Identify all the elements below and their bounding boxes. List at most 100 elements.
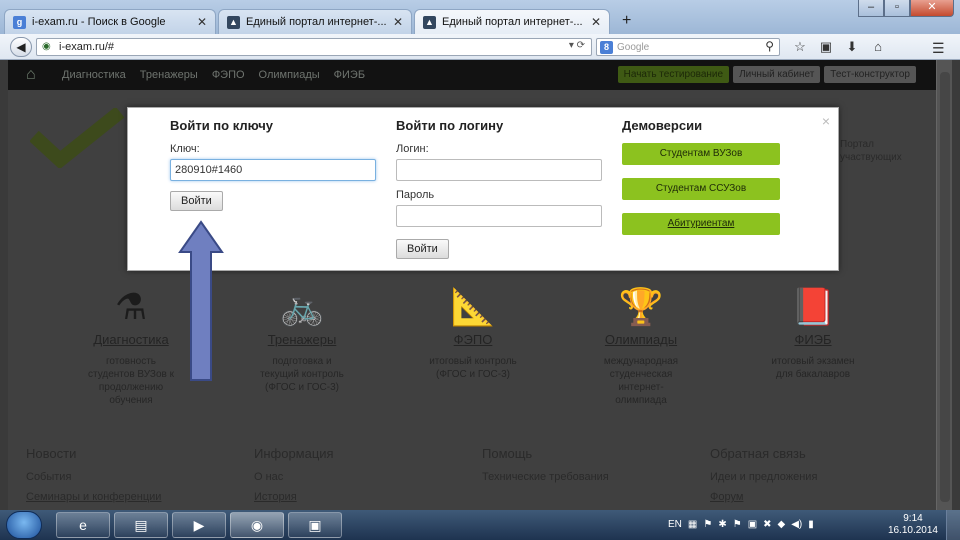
show-desktop-button[interactable] (946, 510, 960, 540)
close-window-button[interactable]: ✕ (910, 0, 954, 17)
clock[interactable]: 9:14 16.10.2014 (888, 513, 938, 537)
section-fieb[interactable]: 📕 ФИЭБ итоговый экзамен для бакалавров (738, 268, 888, 381)
close-tab-icon[interactable]: ✕ (591, 15, 601, 29)
graduation-cap-icon: ▲ (227, 15, 240, 29)
section-desc: подготовка и текущий контроль (ФГОС и ГО… (227, 355, 377, 394)
network-icon[interactable]: ▮ (808, 519, 814, 530)
desc-line: подготовка и (272, 356, 332, 367)
maximize-button[interactable]: ▫ (884, 0, 910, 17)
language-indicator[interactable]: EN (668, 519, 682, 530)
minimize-button[interactable]: – (858, 0, 884, 17)
powerpoint-icon[interactable]: ▣ (288, 512, 342, 538)
nav-item-olympiads[interactable]: Олимпиады (259, 69, 320, 81)
desc-line: продолжению (98, 382, 164, 393)
firefox-icon[interactable]: ◉ (230, 512, 284, 538)
footer-link[interactable]: История (254, 487, 454, 507)
home-icon[interactable]: ⌂ (870, 39, 886, 55)
window-controls: – ▫ ✕ (858, 0, 954, 17)
footer-link[interactable]: События (26, 467, 226, 487)
footer-link[interactable]: О нас (254, 467, 454, 487)
caliper-icon: 📐 (450, 286, 496, 327)
volume-icon[interactable]: ◀) (791, 519, 802, 530)
home-icon[interactable]: ⌂ (26, 66, 36, 84)
password-label: Пароль (396, 189, 435, 201)
nav-item-diagnostics[interactable]: Диагностика (62, 69, 126, 81)
section-olympiads[interactable]: 🏆 Олимпиады международная студенческая и… (566, 268, 716, 407)
tray-icon[interactable]: ✱ (718, 519, 726, 530)
scrollbar-thumb[interactable] (940, 72, 950, 502)
google-icon: 8 (600, 41, 613, 54)
tray-icon[interactable]: ⚑ (733, 519, 742, 530)
nav-item-fieb[interactable]: ФИЭБ (334, 69, 365, 81)
section-title[interactable]: Тренажеры (227, 332, 377, 347)
tab-portal-1[interactable]: ▲ Единый портал интернет-... ✕ (218, 9, 412, 34)
key-login-button[interactable]: Войти (170, 191, 223, 211)
footer-help: Помощь Технические требования (482, 446, 682, 487)
desc-line: олимпиада (615, 395, 667, 406)
footer-heading: Информация (254, 446, 334, 461)
system-tray: EN ▦ ⚑ ✱ ⚑ ▣ ✖ ◆ ◀) ▮ (668, 519, 814, 530)
ie-icon[interactable]: e (56, 512, 110, 538)
graduation-cap-icon: ▲ (423, 15, 436, 29)
tray-icon[interactable]: ✖ (763, 519, 771, 530)
section-desc: итоговый контроль (ФГОС и ГОС-3) (398, 355, 548, 381)
media-player-icon[interactable]: ▶ (172, 512, 226, 538)
section-trainers[interactable]: 🚲 Тренажеры подготовка и текущий контрол… (227, 268, 377, 394)
tray-icon[interactable]: ◆ (778, 519, 786, 530)
bookmark-star-icon[interactable]: ☆ (792, 39, 808, 55)
tab-portal-2[interactable]: ▲ Единый портал интернет-... ✕ (414, 9, 610, 34)
tab-label: i-exam.ru - Поиск в Google (32, 16, 166, 28)
tray-icon[interactable]: ⚑ (703, 519, 712, 530)
section-title[interactable]: ФИЭБ (738, 332, 888, 347)
demo-applicants-button[interactable]: Абитуриентам (622, 213, 780, 235)
search-box[interactable]: 8 Google ⚲ (596, 38, 780, 56)
page-scrollbar[interactable] (936, 60, 952, 510)
key-input[interactable] (170, 159, 376, 181)
key-label: Ключ: (170, 143, 200, 155)
back-button[interactable]: ◀ (10, 37, 32, 57)
menu-icon[interactable]: ☰ (932, 40, 948, 57)
download-icon[interactable]: ⬇ (844, 39, 860, 55)
tray-icon[interactable]: ▦ (688, 519, 697, 530)
key-login-column: Войти по ключу Ключ: Войти (170, 118, 376, 211)
explorer-folder-icon[interactable]: ▤ (114, 512, 168, 538)
nav-item-fepo[interactable]: ФЭПО (212, 69, 245, 81)
password-login-button[interactable]: Войти (396, 239, 449, 259)
footer-link[interactable]: Семинары и конференции (26, 487, 226, 507)
nav-item-trainers[interactable]: Тренажеры (140, 69, 198, 81)
footer-heading: Помощь (482, 446, 533, 461)
footer-link[interactable]: Форум (710, 487, 910, 507)
login-input[interactable] (396, 159, 602, 181)
footer-links: Технические требования (482, 467, 682, 487)
url-text: i-exam.ru/# (59, 41, 115, 53)
search-icon[interactable]: ⚲ (765, 39, 774, 53)
start-button[interactable] (6, 511, 42, 539)
password-login-column: Войти по логину Логин: Пароль Войти (396, 118, 602, 259)
footer-link[interactable]: Технические требования (482, 467, 682, 487)
test-constructor-button[interactable]: Тест-конструктор (824, 66, 916, 83)
taskbar: e ▤ ▶ ◉ ▣ EN ▦ ⚑ ✱ ⚑ ▣ ✖ ◆ ◀) ▮ 9:14 16.… (0, 510, 960, 540)
section-title[interactable]: Олимпиады (566, 332, 716, 347)
section-fepo[interactable]: 📐 ФЭПО итоговый контроль (ФГОС и ГОС-3) (398, 268, 548, 381)
tab-google-search[interactable]: g i-exam.ru - Поиск в Google ✕ (4, 9, 216, 34)
start-testing-button[interactable]: Начать тестирование (617, 66, 730, 83)
bookmarks-icon[interactable]: ▣ (818, 39, 834, 55)
close-tab-icon[interactable]: ✕ (197, 15, 207, 29)
password-input[interactable] (396, 205, 602, 227)
book-icon: 📕 (790, 286, 836, 327)
footer-link[interactable]: Идеи и предложения (710, 467, 910, 487)
reload-icon[interactable]: ▾ ⟳ (569, 40, 585, 51)
demo-title: Демоверсии (622, 118, 703, 133)
personal-cabinet-button[interactable]: Личный кабинет (733, 66, 821, 83)
close-tab-icon[interactable]: ✕ (393, 15, 403, 29)
new-tab-button[interactable]: + (622, 12, 631, 30)
close-modal-icon[interactable]: × (822, 113, 830, 129)
checkmark-icon (30, 108, 125, 168)
desc-line: (ФГОС и ГОС-3) (264, 382, 339, 393)
section-title[interactable]: ФЭПО (398, 332, 548, 347)
demo-university-students-button[interactable]: Студентам ВУЗов (622, 143, 780, 165)
address-bar[interactable]: ◉ i-exam.ru/# ▾ ⟳ (36, 38, 592, 56)
demo-college-students-button[interactable]: Студентам ССУЗов (622, 178, 780, 200)
toolbar-icons: ☆ ▣ ⬇ ⌂ (792, 39, 886, 55)
tray-icon[interactable]: ▣ (748, 519, 757, 530)
